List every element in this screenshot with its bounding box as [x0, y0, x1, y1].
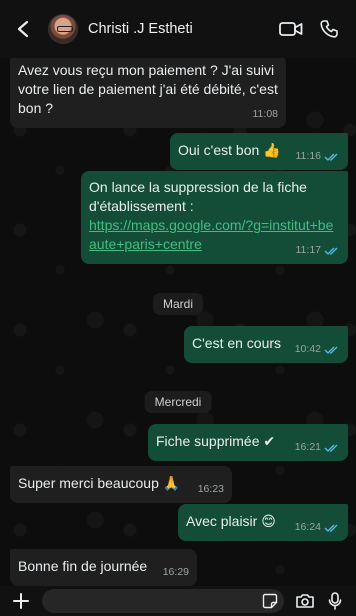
double-check-icon [324, 247, 338, 255]
message-bubble-outgoing[interactable]: C'est en cours 10:42 [184, 326, 348, 363]
microphone-icon [328, 592, 342, 610]
message-meta: 11:17 [296, 241, 341, 260]
message-bubble-outgoing[interactable]: Fiche supprimée ✔ 16:21 [148, 424, 348, 461]
camera-button[interactable] [290, 593, 320, 609]
message-bubble-incoming[interactable]: Super merci beaucoup 🙏 16:23 [10, 466, 232, 503]
message-text: Avec plaisir 😊 [186, 513, 276, 529]
back-button[interactable] [10, 9, 36, 49]
message-meta: 16:23 [198, 480, 224, 499]
message-input-bar [0, 586, 356, 616]
message-input[interactable] [42, 589, 284, 613]
day-separator: Mardi [152, 293, 204, 315]
message-text: Bonne fin de journée [18, 558, 148, 574]
voice-call-button[interactable] [312, 9, 346, 49]
message-meta: 16:29 [163, 563, 189, 582]
message-text: C'est en cours [192, 335, 282, 351]
message-text: On lance la suppression de la fiche d'ét… [89, 179, 311, 214]
message-meta: 11:16 [296, 147, 341, 166]
avatar[interactable] [48, 14, 78, 44]
message-time: 16:24 [294, 521, 321, 533]
double-check-icon [324, 346, 338, 354]
message-bubble-outgoing[interactable]: Oui c'est bon 👍 11:16 [170, 133, 348, 170]
double-check-icon [324, 153, 338, 161]
message-meta: 16:24 [295, 518, 340, 537]
message-time: 11:08 [252, 108, 279, 120]
message-text: Super merci beaucoup 🙏 [18, 475, 181, 491]
message-time: 11:17 [295, 244, 322, 256]
double-check-icon [324, 444, 338, 452]
message-text: Fiche supprimée ✔ [156, 433, 276, 449]
plus-icon [13, 593, 29, 609]
message-time: 16:23 [197, 483, 224, 495]
message-meta: 16:21 [295, 438, 340, 457]
message-text: Oui c'est bon 👍 [178, 142, 281, 158]
back-arrow-icon [17, 20, 29, 38]
message-time: 16:29 [162, 566, 189, 578]
camera-icon [296, 594, 314, 608]
video-call-button[interactable] [274, 9, 308, 49]
double-check-icon [324, 524, 338, 532]
message-bubble-outgoing[interactable]: Avec plaisir 😊 16:24 [178, 504, 348, 541]
message-list[interactable]: Avez vous reçu mon paiement ? J'ai suivi… [0, 55, 356, 586]
sticker-icon[interactable] [262, 593, 278, 609]
message-meta: 10:42 [295, 340, 340, 359]
message-time: 11:16 [295, 150, 322, 162]
message-bubble-outgoing[interactable]: On lance la suppression de la fiche d'ét… [81, 171, 348, 264]
message-time: 16:21 [294, 441, 321, 453]
message-text: Avez vous reçu mon paiement ? J'ai suivi… [18, 62, 282, 116]
message-bubble-incoming[interactable]: Bonne fin de journée 16:29 [10, 549, 197, 586]
message-time: 10:42 [294, 343, 321, 355]
attach-button[interactable] [6, 592, 36, 610]
phone-icon [320, 20, 338, 38]
message-meta: 11:08 [253, 105, 279, 124]
video-call-icon [279, 22, 303, 36]
contact-name[interactable]: Christi .J Estheti [88, 21, 270, 37]
voice-message-button[interactable] [320, 592, 350, 610]
chat-header: Christi .J Estheti [0, 0, 356, 58]
day-separator: Mercredi [144, 391, 212, 413]
message-bubble-incoming[interactable]: Avez vous reçu mon paiement ? J'ai suivi… [10, 55, 286, 128]
